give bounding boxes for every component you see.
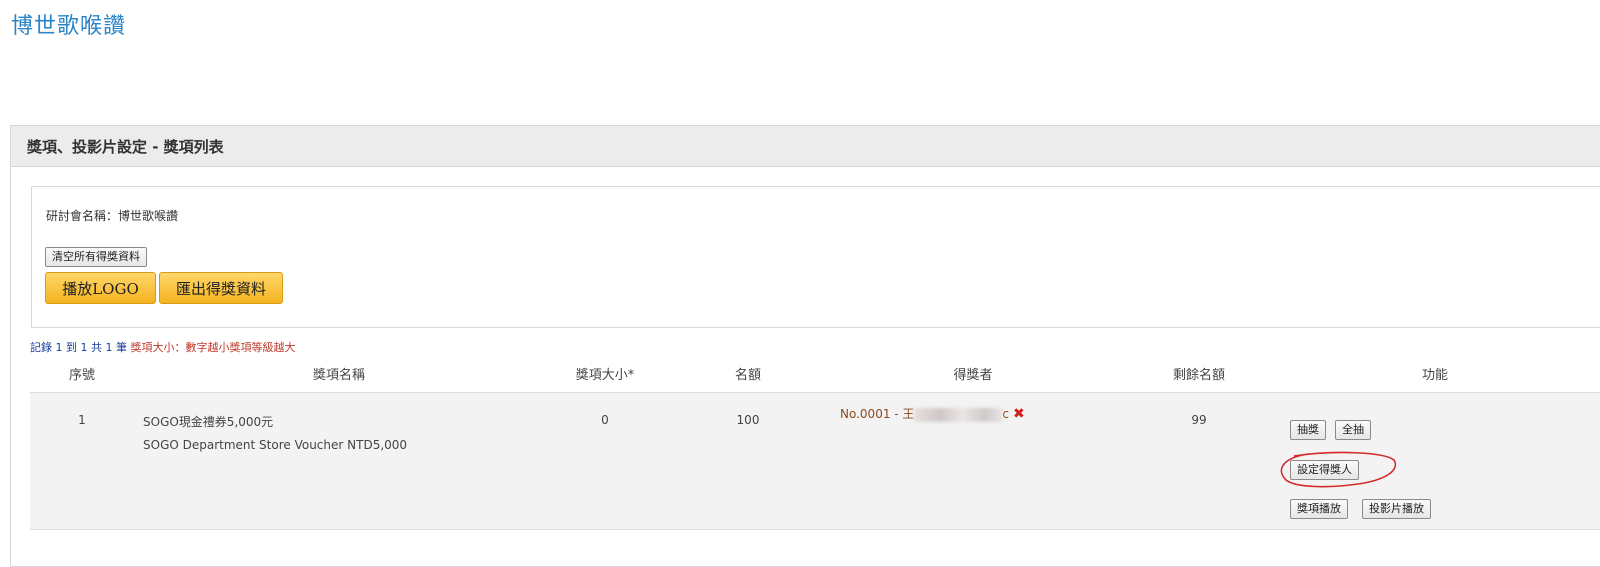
panel-header: 獎項、投影片設定 - 獎項列表 (11, 126, 1600, 167)
draw-all-button[interactable]: 全抽 (1335, 420, 1371, 440)
play-prize-button[interactable]: 獎項播放 (1290, 499, 1348, 519)
header-index: 序號 (68, 368, 96, 383)
table-row: 1 SOGO現金禮券5,000元 SOGO Department Store V… (30, 392, 1600, 530)
draw-button[interactable]: 抽獎 (1290, 420, 1326, 440)
records-unit: 筆 (116, 341, 127, 354)
conference-info-box: 研討會名稱：博世歌喉讚 清空所有得獎資料 播放LOGO 匯出得獎資料 (31, 186, 1600, 328)
red-circle-annotation (1280, 451, 1397, 488)
row-index: 1 (78, 413, 86, 427)
prize-size: 0 (601, 413, 609, 427)
winner-entry: No.0001 - 王 c ✖ (840, 405, 1025, 422)
clear-winners-button[interactable]: 清空所有得獎資料 (45, 247, 147, 267)
records-to: 1 (80, 341, 88, 354)
records-from: 1 (55, 341, 63, 354)
remove-x-icon[interactable]: ✖ (1013, 406, 1025, 422)
header-prize-size: 獎項大小* (575, 368, 635, 383)
site-title[interactable]: 博世歌喉讚 (11, 8, 126, 40)
winner-name-prefix: No.0001 - 王 (840, 407, 915, 421)
prize-name-zh: SOGO現金禮券5,000元 (143, 415, 274, 429)
conference-name: 博世歌喉讚 (118, 209, 179, 223)
records-total: 1 (105, 341, 113, 354)
header-quota: 名額 (734, 368, 762, 383)
prize-name-en: SOGO Department Store Voucher NTD5,000 (143, 438, 408, 452)
winner-name-suffix: c (1002, 407, 1010, 421)
panel-title: 獎項、投影片設定 - 獎項列表 (27, 137, 224, 156)
records-summary: 記錄 1 到 1 共 1 筆 獎項大小：數字越小獎項等級越大 (30, 339, 296, 355)
conference-name-line: 研討會名稱：博世歌喉讚 (46, 207, 178, 224)
header-winner: 得獎者 (953, 368, 993, 383)
play-slides-button[interactable]: 投影片播放 (1362, 499, 1431, 519)
records-total-word: 共 (91, 341, 102, 354)
export-winners-button[interactable]: 匯出得獎資料 (159, 272, 283, 304)
header-prize-name: 獎項名稱 (312, 368, 366, 383)
remaining-quota: 99 (1191, 413, 1207, 427)
records-prefix: 記錄 (30, 341, 52, 354)
records-to-word: 到 (66, 341, 77, 354)
redacted-name (914, 407, 1003, 422)
play-logo-button[interactable]: 播放LOGO (45, 272, 156, 304)
header-remaining: 剩餘名額 (1172, 368, 1226, 383)
conference-label: 研討會名稱： (46, 209, 119, 223)
header-actions: 功能 (1421, 368, 1449, 383)
prize-quota: 100 (736, 413, 760, 427)
prize-size-note: 獎項大小：數字越小獎項等級越大 (130, 341, 296, 354)
